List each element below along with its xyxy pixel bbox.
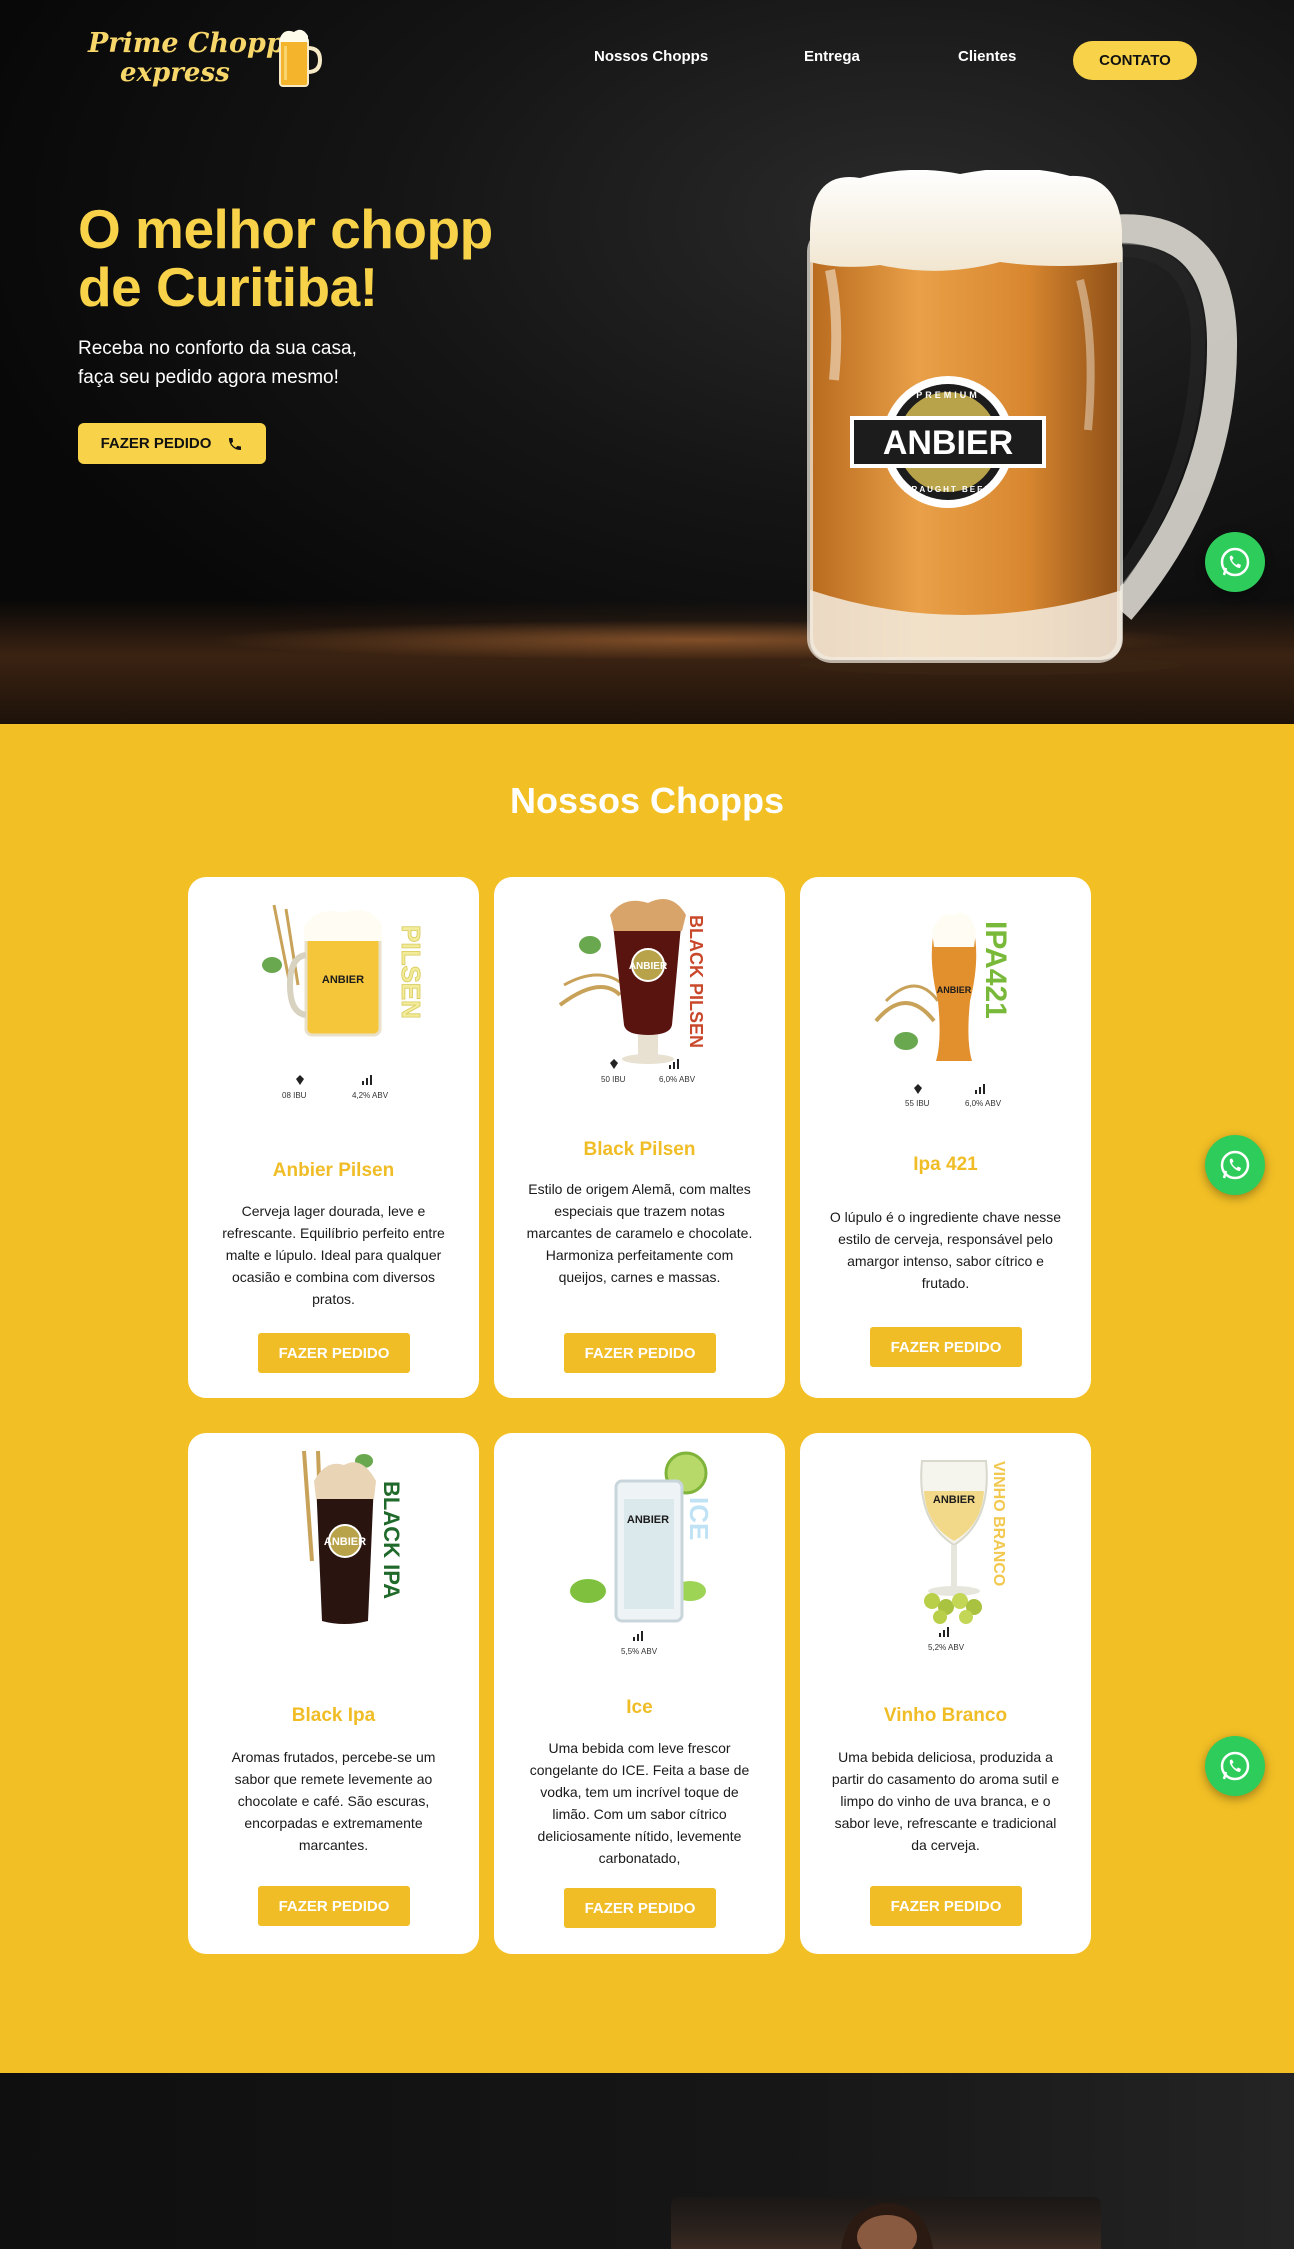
product-card-black-pilsen: ANBIER BLACK PILSEN 50 IBU 6,0% ABV Blac… (494, 877, 785, 1398)
product-ibu: 55 IBU (905, 1099, 930, 1108)
whatsapp-button[interactable] (1205, 1736, 1265, 1796)
nav-link-clientes[interactable]: Clientes (958, 48, 1016, 65)
whatsapp-button[interactable] (1205, 1135, 1265, 1195)
product-description: Aromas frutados, percebe-se um sabor que… (231, 1749, 436, 1853)
svg-text:PILSEN: PILSEN (396, 925, 426, 1019)
hero-title: O melhor chopp de Curitiba! (78, 200, 678, 316)
svg-text:BLACK IPA: BLACK IPA (379, 1481, 404, 1599)
product-image-anbier-pilsen: ANBIER PILSEN (261, 904, 426, 1037)
svg-text:ANBIER: ANBIER (883, 424, 1013, 462)
person-photo (841, 2203, 933, 2249)
svg-text:ICE: ICE (684, 1497, 714, 1540)
nav-link-nossos-chopps[interactable]: Nossos Chopps (594, 48, 708, 65)
product-card-black-ipa: ANBIER BLACK IPA Black Ipa Aromas frutad… (188, 1433, 479, 1954)
product-description: O lúpulo é o ingrediente chave nesse est… (829, 1209, 1062, 1291)
product-abv: 5,5% ABV (621, 1647, 658, 1656)
order-button[interactable]: FAZER PEDIDO (564, 1333, 716, 1373)
svg-text:ANBIER: ANBIER (626, 1514, 668, 1526)
order-button[interactable]: FAZER PEDIDO (870, 1327, 1022, 1367)
bars-icon (362, 1075, 372, 1085)
svg-text:ANBIER: ANBIER (323, 1536, 365, 1548)
product-card-ice: ANBIER ICE 5,5% ABV Ice Uma bebida com l… (494, 1433, 785, 1954)
svg-text:DRAUGHT BEER: DRAUGHT BEER (904, 485, 992, 494)
hero-order-label: FAZER PEDIDO (100, 435, 212, 452)
svg-text:ANBIER: ANBIER (321, 974, 363, 986)
hop-icon (296, 1075, 304, 1085)
products-title: Nossos Chopps (509, 780, 785, 821)
whatsapp-icon (1220, 547, 1250, 577)
product-image-black-pilsen: ANBIER BLACK PILSEN (558, 899, 706, 1064)
product-description: Uma bebida deliciosa, produzida a partir… (831, 1749, 1060, 1853)
bars-icon (939, 1627, 949, 1637)
svg-text:IPA421: IPA421 (979, 921, 1012, 1019)
order-button[interactable]: FAZER PEDIDO (870, 1886, 1022, 1926)
section-photo (671, 2197, 1101, 2249)
hero-section: Prime Chopp express Nossos Chopps Entreg… (0, 0, 1294, 724)
product-name: Ipa 421 (913, 1154, 978, 1175)
nav-link-entrega[interactable]: Entrega (804, 48, 860, 65)
order-button[interactable]: FAZER PEDIDO (258, 1886, 410, 1926)
order-button[interactable]: FAZER PEDIDO (258, 1333, 410, 1373)
whatsapp-icon (1220, 1150, 1250, 1180)
next-section (0, 2073, 1294, 2249)
whatsapp-icon (1220, 1751, 1250, 1781)
svg-text:VINHO BRANCO: VINHO BRANCO (990, 1461, 1007, 1586)
svg-text:BLACK PILSEN: BLACK PILSEN (686, 915, 706, 1048)
hero-subtitle-line1: Receba no conforto da sua casa, (78, 338, 357, 359)
svg-text:ANBIER: ANBIER (932, 1494, 974, 1506)
product-name: Ice (626, 1697, 653, 1718)
order-button[interactable]: FAZER PEDIDO (564, 1888, 716, 1928)
product-ibu: 50 IBU (601, 1075, 626, 1084)
hop-icon (914, 1084, 922, 1094)
hero-title-line1: O melhor chopp (78, 198, 493, 260)
svg-text:PREMIUM: PREMIUM (916, 390, 980, 400)
product-abv: 4,2% ABV (352, 1091, 389, 1100)
hero-subtitle: Receba no conforto da sua casa, faça seu… (78, 334, 478, 392)
product-card-ipa-421: ANBIER IPA421 55 IBU 6,0% ABV Ipa 421 O … (800, 877, 1091, 1398)
product-description: Estilo de origem Alemã, com maltes espec… (526, 1181, 753, 1285)
hop-icon (610, 1059, 618, 1069)
products-section: Nossos Chopps ANBIER PILSEN 08 IBU 4,2% … (0, 724, 1294, 2073)
hero-subtitle-line2: faça seu pedido agora mesmo! (78, 367, 339, 388)
product-abv: 5,2% ABV (928, 1643, 965, 1652)
product-image-ice: ANBIER ICE (569, 1451, 714, 1623)
bars-icon (669, 1059, 679, 1069)
hero-beer-mug-image: ANBIER PREMIUM DRAUGHT BEER (800, 170, 1238, 675)
product-name: Anbier Pilsen (272, 1160, 395, 1181)
hero-order-button[interactable]: FAZER PEDIDO (78, 423, 266, 464)
phone-icon (229, 437, 242, 450)
product-name: Vinho Branco (883, 1705, 1008, 1726)
product-name: Black Ipa (291, 1705, 376, 1726)
product-description: Uma bebida com leve frescor congelante d… (529, 1740, 750, 1866)
product-image-vinho-branco: ANBIER VINHO BRANCO (919, 1460, 1007, 1624)
contact-button[interactable]: CONTATO (1073, 41, 1197, 80)
whatsapp-button[interactable] (1205, 532, 1265, 592)
product-abv: 6,0% ABV (659, 1075, 696, 1084)
product-card-vinho-branco: ANBIER VINHO BRANCO 5,2% ABV Vinho Branc… (800, 1433, 1091, 1954)
svg-text:ANBIER: ANBIER (936, 985, 971, 995)
product-card-anbier-pilsen: ANBIER PILSEN 08 IBU 4,2% ABV Anbier Pil… (188, 877, 479, 1398)
product-image-ipa-421: ANBIER IPA421 (873, 913, 1012, 1061)
product-abv: 6,0% ABV (965, 1099, 1002, 1108)
hero-title-line2: de Curitiba! (78, 256, 378, 318)
svg-text:ANBIER: ANBIER (628, 961, 667, 972)
product-description: Cerveja lager dourada, leve e refrescant… (222, 1203, 445, 1307)
product-image-black-ipa: ANBIER BLACK IPA (301, 1450, 404, 1624)
product-name: Black Pilsen (583, 1139, 696, 1160)
bars-icon (633, 1631, 643, 1641)
product-ibu: 08 IBU (282, 1091, 307, 1100)
bars-icon (975, 1084, 985, 1094)
